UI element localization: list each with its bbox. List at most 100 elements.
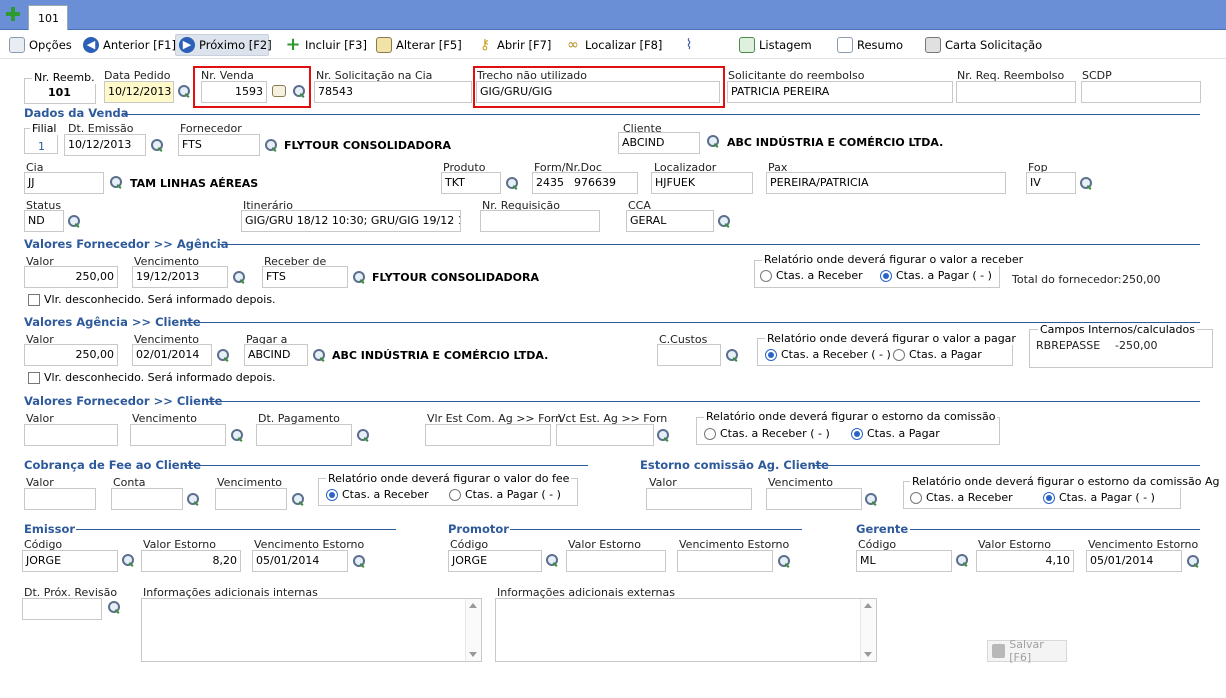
dt-emissao-field[interactable]: 10/12/2013 <box>64 134 146 156</box>
vlr-desconhecido-checkbox[interactable]: Vlr. desconhecido. Será informado depois… <box>28 371 276 384</box>
produto-field[interactable]: TKT <box>441 172 501 194</box>
trecho-field[interactable]: GIG/GRU/GIG <box>476 81 720 103</box>
search-icon[interactable] <box>109 175 125 191</box>
localizador-field[interactable]: HJFUEK <box>651 172 753 194</box>
scroll-down-icon[interactable] <box>469 652 477 657</box>
clip-button[interactable]: ⌇ <box>678 34 700 56</box>
nr-solic-field[interactable]: 78543 <box>314 81 472 103</box>
status-field[interactable]: ND <box>24 210 64 232</box>
scroll-up-icon[interactable] <box>864 603 872 608</box>
search-icon[interactable] <box>150 138 166 154</box>
pagar-field[interactable]: ABCIND <box>244 344 308 366</box>
radio-ctas-pagar[interactable]: Ctas. a Pagar ( - ) <box>880 269 992 282</box>
vlr-est-field[interactable] <box>425 424 551 446</box>
gerente-codigo-field[interactable]: ML <box>856 550 952 572</box>
add-tab-icon[interactable] <box>6 7 20 21</box>
scrollbar[interactable] <box>860 599 876 661</box>
search-icon[interactable] <box>312 348 328 364</box>
radio-ctas-pagar[interactable]: Ctas. a Pagar ( - ) <box>1043 491 1155 504</box>
search-icon[interactable] <box>505 176 521 192</box>
itinerario-field[interactable]: GIG/GRU 18/12 10:30; GRU/GIG 19/12 18:40 <box>241 210 461 232</box>
radio-ctas-receber[interactable]: Ctas. a Receber ( - ) <box>765 348 891 361</box>
search-icon[interactable] <box>292 84 308 100</box>
radio-ctas-pagar[interactable]: Ctas. a Pagar ( - ) <box>449 488 561 501</box>
radio-ctas-pagar[interactable]: Ctas. a Pagar <box>893 348 982 361</box>
scroll-up-icon[interactable] <box>469 603 477 608</box>
pax-field[interactable]: PEREIRA/PATRICIA <box>766 172 1006 194</box>
search-icon[interactable] <box>264 138 280 154</box>
cia-field[interactable]: JJ <box>24 172 104 194</box>
fee-venc-field[interactable] <box>215 488 287 510</box>
search-icon[interactable] <box>216 348 232 364</box>
nr-requisicao-field[interactable] <box>480 210 600 232</box>
book-icon[interactable] <box>272 85 286 97</box>
cca-field[interactable]: GERAL <box>626 210 714 232</box>
info-externas-textarea[interactable] <box>495 598 877 662</box>
estorno-venc-field[interactable] <box>766 488 862 510</box>
ccustos-field[interactable] <box>657 344 721 366</box>
opcoes-button[interactable]: Opções <box>6 34 75 56</box>
search-icon[interactable] <box>232 270 248 286</box>
promotor-valor-field[interactable] <box>566 550 666 572</box>
search-icon[interactable] <box>352 270 368 286</box>
fop-field[interactable]: IV <box>1026 172 1076 194</box>
radio-ctas-pagar[interactable]: Ctas. a Pagar <box>851 427 940 440</box>
vct-est-field[interactable] <box>556 424 654 446</box>
gerente-venc-field[interactable]: 05/01/2014 <box>1086 550 1182 572</box>
fornecedor-field[interactable]: FTS <box>178 134 260 156</box>
carta-button[interactable]: Carta Solicitação <box>922 34 1045 56</box>
cliente-field[interactable]: ABCIND <box>618 132 700 154</box>
data-pedido-field[interactable]: 10/12/2013 <box>104 81 174 103</box>
salvar-button[interactable]: Salvar [F6] <box>987 638 1067 664</box>
search-icon[interactable] <box>356 428 372 444</box>
radio-ctas-receber[interactable]: Ctas. a Receber <box>910 491 1013 504</box>
promotor-venc-field[interactable] <box>677 550 773 572</box>
search-icon[interactable] <box>177 84 193 100</box>
incluir-button[interactable]: + Incluir [F3] <box>282 34 370 56</box>
tab-101[interactable]: 101 <box>28 5 68 30</box>
ag-cli-venc-field[interactable]: 02/01/2014 <box>132 344 212 366</box>
search-icon[interactable] <box>656 428 672 444</box>
fee-conta-field[interactable] <box>111 488 183 510</box>
fee-valor-field[interactable] <box>24 488 96 510</box>
estorno-valor-field[interactable] <box>646 488 752 510</box>
search-icon[interactable] <box>67 214 83 230</box>
resumo-button[interactable]: Resumo <box>834 34 906 56</box>
vlr-desconhecido-checkbox[interactable]: Vlr. desconhecido. Será informado depois… <box>28 293 276 306</box>
search-icon[interactable] <box>717 214 733 230</box>
abrir-button[interactable]: ⚷ Abrir [F7] <box>474 34 554 56</box>
search-icon[interactable] <box>706 134 722 150</box>
nr-venda-field[interactable]: 1593 <box>201 81 267 103</box>
nr-req-field[interactable] <box>956 81 1076 103</box>
forn-cli-valor-field[interactable] <box>24 424 118 446</box>
promotor-codigo-field[interactable]: JORGE <box>448 550 542 572</box>
radio-ctas-receber[interactable]: Ctas. a Receber ( - ) <box>704 427 830 440</box>
localizar-button[interactable]: ∞ Localizar [F8] <box>562 34 665 56</box>
search-icon[interactable] <box>107 600 123 616</box>
scroll-down-icon[interactable] <box>864 652 872 657</box>
gerente-valor-field[interactable]: 4,10 <box>976 550 1074 572</box>
radio-ctas-receber[interactable]: Ctas. a Receber <box>326 488 429 501</box>
ag-cli-valor-field[interactable]: 250,00 <box>24 344 118 366</box>
info-internas-textarea[interactable] <box>141 598 482 662</box>
alterar-button[interactable]: Alterar [F5] <box>373 34 465 56</box>
dt-prox-revisao-field[interactable] <box>22 598 102 620</box>
receber-field[interactable]: FTS <box>262 266 348 288</box>
search-icon[interactable] <box>1186 554 1202 570</box>
search-icon[interactable] <box>121 553 137 569</box>
formdoc-field[interactable]: 2435 976639 <box>532 172 638 194</box>
solicitante-field[interactable]: PATRICIA PEREIRA <box>727 81 953 103</box>
search-icon[interactable] <box>352 554 368 570</box>
forn-ag-venc-field[interactable]: 19/12/2013 <box>132 266 228 288</box>
search-icon[interactable] <box>955 553 971 569</box>
emissor-codigo-field[interactable]: JORGE <box>22 550 118 572</box>
radio-ctas-receber[interactable]: Ctas. a Receber <box>760 269 863 282</box>
anterior-button[interactable]: ◀ Anterior [F1] <box>80 34 179 56</box>
listagem-button[interactable]: Listagem <box>736 34 815 56</box>
scrollbar[interactable] <box>465 599 481 661</box>
search-icon[interactable] <box>864 492 880 508</box>
emissor-valor-field[interactable]: 8,20 <box>141 550 241 572</box>
search-icon[interactable] <box>230 428 246 444</box>
search-icon[interactable] <box>291 492 307 508</box>
scdp-field[interactable] <box>1081 81 1201 103</box>
